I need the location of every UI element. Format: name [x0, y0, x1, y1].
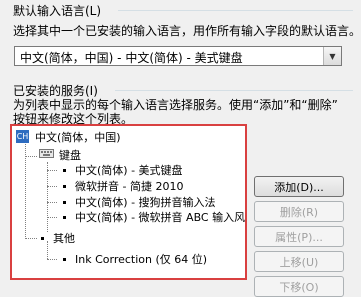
- keyboard-icon: [39, 148, 54, 158]
- tree-connector: [25, 238, 37, 239]
- bullet-icon: [63, 258, 66, 261]
- tree-connector: [47, 241, 48, 259]
- bullet-icon: [63, 185, 66, 188]
- default-language-dropdown[interactable]: 中文(简体，中国) - 中文(简体) - 美式键盘 ▼: [14, 46, 342, 66]
- tree-item-other[interactable]: Ink Correction (仅 64 位): [75, 251, 207, 267]
- move-down-button[interactable]: 下移(O): [254, 276, 344, 297]
- tree-connector: [47, 202, 57, 203]
- bullet-icon: [63, 169, 66, 172]
- move-up-button[interactable]: 上移(U): [254, 251, 344, 272]
- language-icon: CH: [16, 130, 29, 143]
- tree-connector: [47, 186, 57, 187]
- bullet-icon: [63, 201, 66, 204]
- default-language-description: 选择其中一个已安装的输入语言，用作所有输入字段的默认语言。: [13, 24, 361, 38]
- tree-item-keyboard-group[interactable]: 键盘: [59, 147, 81, 163]
- default-language-heading: 默认输入语言(L): [13, 4, 102, 18]
- tree-connector: [47, 162, 48, 232]
- remove-button[interactable]: 删除(R): [254, 201, 344, 222]
- properties-button[interactable]: 属性(P)...: [254, 226, 344, 247]
- section-divider: [118, 10, 353, 11]
- tree-item-keyboard[interactable]: 中文(简体) - 微软拼音 ABC 输入风格: [75, 209, 246, 225]
- tree-connector: [25, 156, 37, 157]
- default-language-value: 中文(简体，中国) - 中文(简体) - 美式键盘: [20, 51, 243, 65]
- tree-item-language[interactable]: 中文(简体，中国): [35, 129, 121, 145]
- tree-item-keyboard[interactable]: 微软拼音 - 简捷 2010: [75, 178, 183, 194]
- bullet-icon: [63, 216, 66, 219]
- tree-connector: [47, 259, 57, 260]
- services-tree[interactable]: CH 中文(简体，中国) 键盘 中文(简体) - 美式键盘 微软拼音 - 简捷 …: [10, 124, 247, 280]
- bullet-icon: [41, 237, 44, 240]
- tree-item-keyboard[interactable]: 中文(简体) - 美式键盘: [75, 162, 183, 178]
- add-button[interactable]: 添加(D)...: [254, 176, 344, 197]
- tree-connector: [47, 170, 57, 171]
- tree-item-keyboard[interactable]: 中文(简体) - 搜狗拼音输入法: [75, 194, 216, 210]
- section-divider: [115, 90, 353, 91]
- tree-item-other-group[interactable]: 其他: [53, 230, 75, 246]
- chevron-down-icon[interactable]: ▼: [323, 47, 341, 65]
- tree-connector: [47, 217, 57, 218]
